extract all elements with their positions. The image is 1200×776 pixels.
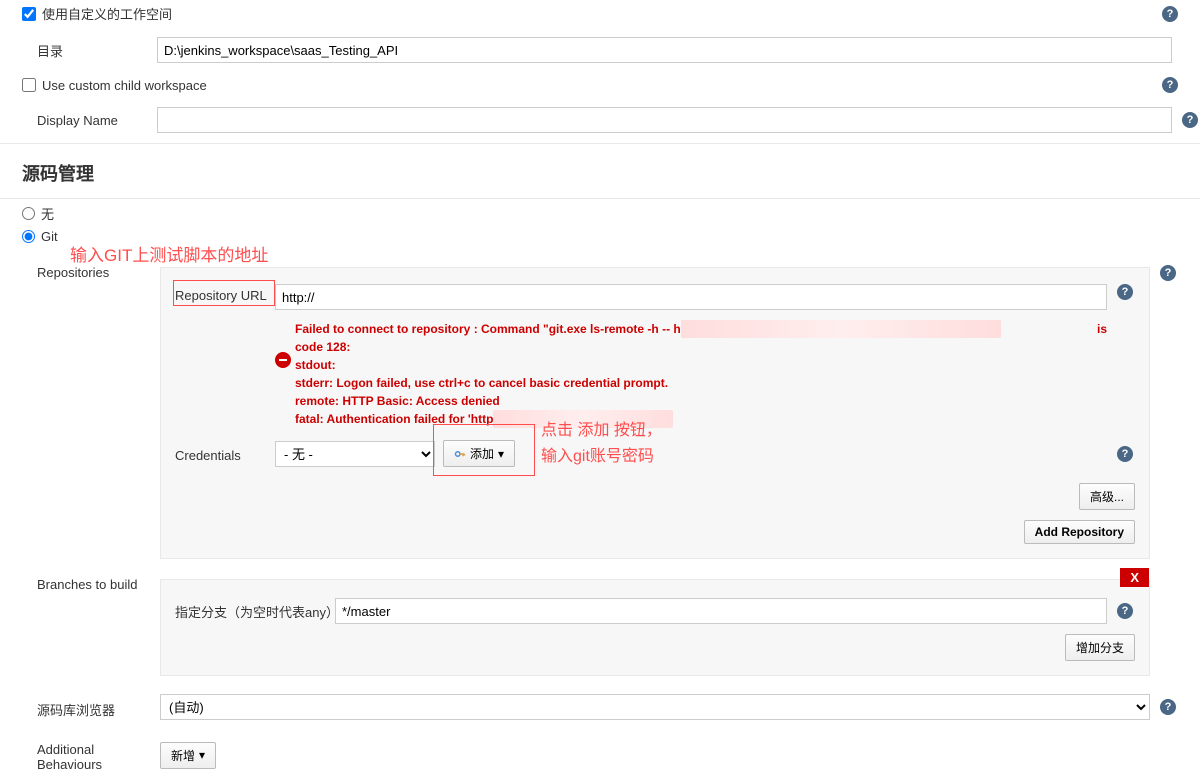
use-custom-workspace-label: 使用自定义的工作空间 bbox=[42, 4, 172, 23]
help-icon[interactable]: ? bbox=[1160, 699, 1176, 715]
scm-git-label: Git bbox=[41, 229, 58, 244]
branch-spec-input[interactable] bbox=[335, 598, 1107, 624]
add-credentials-button[interactable]: 添加 ▾ bbox=[443, 440, 515, 467]
repo-url-input[interactable] bbox=[275, 284, 1107, 310]
add-repository-button[interactable]: Add Repository bbox=[1024, 520, 1135, 544]
additional-add-button[interactable]: 新增 ▾ bbox=[160, 742, 216, 769]
delete-branch-button[interactable]: X bbox=[1120, 568, 1149, 587]
use-child-workspace-label: Use custom child workspace bbox=[42, 78, 207, 93]
scm-none-label: 无 bbox=[41, 204, 54, 223]
help-icon[interactable]: ? bbox=[1162, 77, 1178, 93]
credentials-label: Credentials bbox=[175, 444, 275, 463]
help-icon[interactable]: ? bbox=[1160, 265, 1176, 281]
key-icon bbox=[454, 448, 466, 460]
scm-none-radio[interactable] bbox=[22, 207, 35, 220]
repo-browser-label: 源码库浏览器 bbox=[37, 696, 160, 719]
display-name-label: Display Name bbox=[37, 113, 157, 128]
additional-behaviours-label: Additional Behaviours bbox=[37, 738, 160, 772]
caret-down-icon: ▾ bbox=[199, 748, 205, 762]
display-name-input[interactable] bbox=[157, 107, 1172, 133]
credentials-select[interactable]: - 无 - bbox=[275, 441, 435, 467]
caret-down-icon: ▾ bbox=[498, 447, 504, 461]
use-custom-workspace-checkbox[interactable] bbox=[22, 7, 36, 21]
dir-input[interactable] bbox=[157, 37, 1172, 63]
use-child-workspace-checkbox[interactable] bbox=[22, 78, 36, 92]
repo-error-block: Failed to connect to repository : Comman… bbox=[275, 320, 1107, 428]
branches-label: Branches to build bbox=[37, 573, 160, 592]
error-icon bbox=[275, 352, 291, 368]
help-icon[interactable]: ? bbox=[1162, 6, 1178, 22]
advanced-button[interactable]: 高级... bbox=[1079, 483, 1135, 510]
scm-section-title: 源码管理 bbox=[0, 146, 1200, 196]
branch-spec-label: 指定分支（为空时代表any） bbox=[175, 602, 335, 621]
dir-label: 目录 bbox=[37, 41, 157, 60]
help-icon[interactable]: ? bbox=[1182, 112, 1198, 128]
repositories-label: Repositories bbox=[37, 261, 160, 280]
help-icon[interactable]: ? bbox=[1117, 446, 1133, 462]
help-icon[interactable]: ? bbox=[1117, 603, 1133, 619]
scm-git-radio[interactable] bbox=[22, 230, 35, 243]
help-icon[interactable]: ? bbox=[1117, 284, 1133, 300]
repo-browser-select[interactable]: (自动) bbox=[160, 694, 1150, 720]
repo-url-label: Repository URL bbox=[175, 284, 275, 303]
